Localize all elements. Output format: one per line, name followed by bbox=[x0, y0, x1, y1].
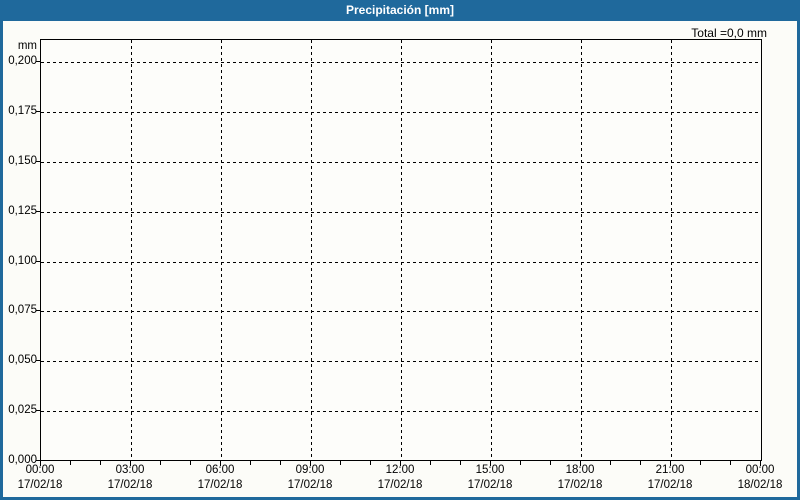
x-tick-time: 03:00 bbox=[115, 464, 145, 476]
y-tick-label: 0,025 bbox=[8, 404, 37, 417]
x-tick-date: 18/02/18 bbox=[737, 479, 783, 491]
x-tick-date: 17/02/18 bbox=[467, 479, 513, 491]
v-gridline bbox=[311, 40, 312, 460]
y-tick-label: 0,100 bbox=[8, 254, 37, 267]
x-tick-date: 17/02/18 bbox=[287, 479, 333, 491]
x-tick-time: 00:00 bbox=[745, 464, 775, 476]
v-gridline bbox=[671, 40, 672, 460]
x-tick-label: 03:00 17/02/18 bbox=[94, 463, 166, 493]
y-tick-label: 0,200 bbox=[8, 55, 37, 67]
v-gridline bbox=[401, 40, 402, 460]
y-tick-label: 0,050 bbox=[8, 354, 37, 367]
x-tick-date: 17/02/18 bbox=[107, 479, 153, 491]
y-tick-label: 0,075 bbox=[8, 304, 37, 317]
plot-area bbox=[40, 39, 762, 461]
x-tick-date: 17/02/18 bbox=[17, 479, 63, 491]
x-tick-time: 21:00 bbox=[655, 464, 685, 476]
x-tick-date: 17/02/18 bbox=[197, 479, 243, 491]
y-tick-label: 0,175 bbox=[8, 104, 37, 117]
x-tick-date: 17/02/18 bbox=[377, 479, 423, 491]
x-tick-label: 00:00 17/02/18 bbox=[4, 463, 76, 493]
v-gridline bbox=[131, 40, 132, 460]
y-tick-label: 0,125 bbox=[8, 204, 37, 217]
y-tick-label: 0,150 bbox=[8, 154, 37, 167]
x-tick-label: 18:00 17/02/18 bbox=[544, 463, 616, 493]
x-tick-label: 12:00 17/02/18 bbox=[364, 463, 436, 493]
v-gridline bbox=[491, 40, 492, 460]
v-gridline bbox=[221, 40, 222, 460]
x-tick-date: 17/02/18 bbox=[557, 479, 603, 491]
chart-content: Total =0,0 mm mm 0,200 0,175 0,150 0,125 0,1… bbox=[0, 21, 800, 500]
chart-window: Precipitación [mm] Total =0,0 mm mm 0,20… bbox=[0, 0, 800, 500]
x-tick-label: 21:00 17/02/18 bbox=[634, 463, 706, 493]
v-gridline bbox=[581, 40, 582, 460]
total-label: Total =0,0 mm bbox=[691, 26, 767, 40]
x-tick-label: 00:00 18/02/18 bbox=[724, 463, 796, 493]
x-tick-label: 09:00 17/02/18 bbox=[274, 463, 346, 493]
x-tick-label: 15:00 17/02/18 bbox=[454, 463, 526, 493]
y-axis-unit-label: mm bbox=[17, 40, 37, 52]
x-tick-time: 00:00 bbox=[25, 464, 55, 476]
x-tick-time: 09:00 bbox=[295, 464, 325, 476]
x-tick-time: 18:00 bbox=[565, 464, 595, 476]
x-tick-time: 12:00 bbox=[385, 464, 415, 476]
x-tick-date: 17/02/18 bbox=[647, 479, 693, 491]
x-tick-time: 15:00 bbox=[475, 464, 505, 476]
chart-title: Precipitación [mm] bbox=[0, 0, 800, 21]
x-tick-label: 06:00 17/02/18 bbox=[184, 463, 256, 493]
x-tick-time: 06:00 bbox=[205, 464, 235, 476]
